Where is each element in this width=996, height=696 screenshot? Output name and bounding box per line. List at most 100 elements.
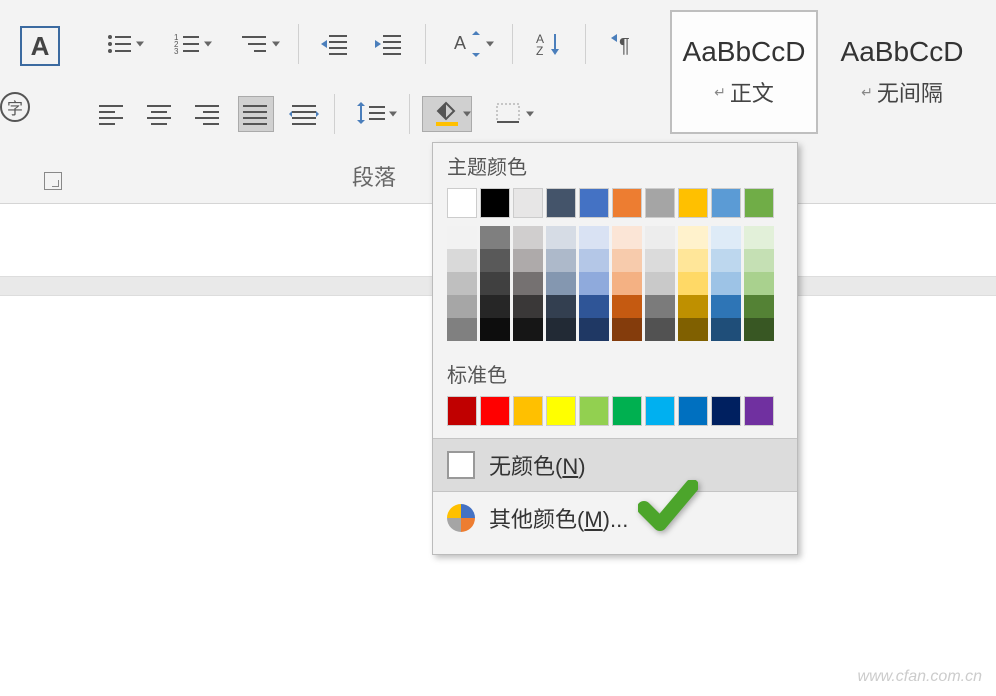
color-swatch[interactable] bbox=[678, 295, 708, 318]
color-swatch[interactable] bbox=[579, 188, 609, 218]
color-swatch[interactable] bbox=[612, 318, 642, 341]
color-swatch[interactable] bbox=[744, 318, 774, 341]
color-swatch[interactable] bbox=[546, 295, 576, 318]
color-swatch[interactable] bbox=[678, 226, 708, 249]
color-swatch[interactable] bbox=[645, 272, 675, 295]
color-swatch[interactable] bbox=[711, 249, 741, 272]
borders-button[interactable] bbox=[484, 96, 534, 132]
color-swatch[interactable] bbox=[744, 295, 774, 318]
separator bbox=[409, 94, 410, 134]
show-marks-button[interactable]: ¶ bbox=[604, 26, 640, 62]
chevron-down-icon bbox=[486, 42, 494, 47]
more-colors-item[interactable]: 其他颜色(M)... bbox=[433, 492, 797, 544]
multilevel-list-button[interactable] bbox=[230, 26, 280, 62]
color-swatch[interactable] bbox=[546, 396, 576, 426]
color-swatch[interactable] bbox=[513, 396, 543, 426]
color-swatch[interactable] bbox=[480, 226, 510, 249]
numbering-button[interactable]: 123 bbox=[162, 26, 212, 62]
color-swatch[interactable] bbox=[480, 249, 510, 272]
color-swatch[interactable] bbox=[678, 396, 708, 426]
color-swatch[interactable] bbox=[645, 318, 675, 341]
color-swatch[interactable] bbox=[513, 318, 543, 341]
align-left-button[interactable] bbox=[94, 96, 130, 132]
character-border-button[interactable]: A bbox=[20, 26, 60, 66]
color-swatch[interactable] bbox=[744, 272, 774, 295]
color-swatch[interactable] bbox=[480, 295, 510, 318]
color-swatch[interactable] bbox=[513, 272, 543, 295]
shading-button[interactable] bbox=[422, 96, 472, 132]
color-swatch[interactable] bbox=[612, 295, 642, 318]
no-color-item[interactable]: 无颜色(N) bbox=[433, 438, 797, 492]
color-swatch[interactable] bbox=[579, 396, 609, 426]
color-swatch[interactable] bbox=[546, 272, 576, 295]
color-wheel-icon bbox=[447, 504, 475, 532]
color-swatch[interactable] bbox=[513, 249, 543, 272]
color-swatch[interactable] bbox=[579, 249, 609, 272]
color-swatch[interactable] bbox=[546, 226, 576, 249]
color-swatch[interactable] bbox=[645, 249, 675, 272]
color-swatch[interactable] bbox=[678, 249, 708, 272]
svg-text:Z: Z bbox=[536, 44, 543, 57]
color-swatch[interactable] bbox=[447, 318, 477, 341]
color-swatch[interactable] bbox=[645, 188, 675, 218]
color-swatch[interactable] bbox=[612, 249, 642, 272]
color-swatch[interactable] bbox=[744, 396, 774, 426]
sort-button[interactable]: AZ bbox=[531, 26, 567, 62]
align-justify-button[interactable] bbox=[238, 96, 274, 132]
color-swatch[interactable] bbox=[678, 318, 708, 341]
color-swatch[interactable] bbox=[612, 226, 642, 249]
align-right-button[interactable] bbox=[190, 96, 226, 132]
enclose-characters-button[interactable]: 字 bbox=[0, 92, 30, 122]
align-distributed-button[interactable] bbox=[286, 96, 322, 132]
color-swatch[interactable] bbox=[612, 188, 642, 218]
color-swatch[interactable] bbox=[447, 396, 477, 426]
color-swatch[interactable] bbox=[513, 226, 543, 249]
color-swatch[interactable] bbox=[711, 226, 741, 249]
color-swatch[interactable] bbox=[447, 295, 477, 318]
color-swatch[interactable] bbox=[480, 188, 510, 218]
color-swatch[interactable] bbox=[513, 188, 543, 218]
color-swatch[interactable] bbox=[612, 272, 642, 295]
color-swatch[interactable] bbox=[744, 249, 774, 272]
increase-indent-button[interactable] bbox=[371, 26, 407, 62]
color-swatch[interactable] bbox=[546, 318, 576, 341]
color-swatch[interactable] bbox=[711, 295, 741, 318]
style-normal[interactable]: AaBbCcD 正文 bbox=[670, 10, 818, 134]
font-dialog-launcher[interactable] bbox=[44, 172, 62, 190]
color-swatch[interactable] bbox=[711, 188, 741, 218]
color-swatch[interactable] bbox=[546, 188, 576, 218]
color-swatch[interactable] bbox=[513, 295, 543, 318]
align-center-button[interactable] bbox=[142, 96, 178, 132]
color-swatch[interactable] bbox=[480, 396, 510, 426]
color-swatch[interactable] bbox=[480, 318, 510, 341]
color-swatch[interactable] bbox=[447, 272, 477, 295]
color-swatch[interactable] bbox=[579, 295, 609, 318]
color-swatch[interactable] bbox=[678, 272, 708, 295]
style-no-spacing[interactable]: AaBbCcD 无间隔 bbox=[828, 10, 976, 134]
color-swatch[interactable] bbox=[480, 272, 510, 295]
decrease-indent-button[interactable] bbox=[317, 26, 353, 62]
color-swatch[interactable] bbox=[711, 272, 741, 295]
color-swatch[interactable] bbox=[546, 249, 576, 272]
color-swatch[interactable] bbox=[678, 188, 708, 218]
color-swatch[interactable] bbox=[447, 249, 477, 272]
color-swatch[interactable] bbox=[744, 188, 774, 218]
color-swatch[interactable] bbox=[645, 295, 675, 318]
asian-layout-button[interactable]: A bbox=[444, 26, 494, 62]
bullets-button[interactable] bbox=[94, 26, 144, 62]
color-swatch[interactable] bbox=[579, 272, 609, 295]
color-swatch[interactable] bbox=[447, 188, 477, 218]
color-swatch[interactable] bbox=[711, 396, 741, 426]
separator bbox=[512, 24, 513, 64]
color-swatch[interactable] bbox=[579, 318, 609, 341]
line-spacing-button[interactable] bbox=[347, 96, 397, 132]
color-swatch[interactable] bbox=[645, 226, 675, 249]
color-swatch[interactable] bbox=[447, 226, 477, 249]
standard-color-row bbox=[433, 392, 797, 438]
color-swatch[interactable] bbox=[711, 318, 741, 341]
color-swatch[interactable] bbox=[579, 226, 609, 249]
svg-text:¶: ¶ bbox=[619, 35, 630, 56]
color-swatch[interactable] bbox=[744, 226, 774, 249]
color-swatch[interactable] bbox=[645, 396, 675, 426]
color-swatch[interactable] bbox=[612, 396, 642, 426]
